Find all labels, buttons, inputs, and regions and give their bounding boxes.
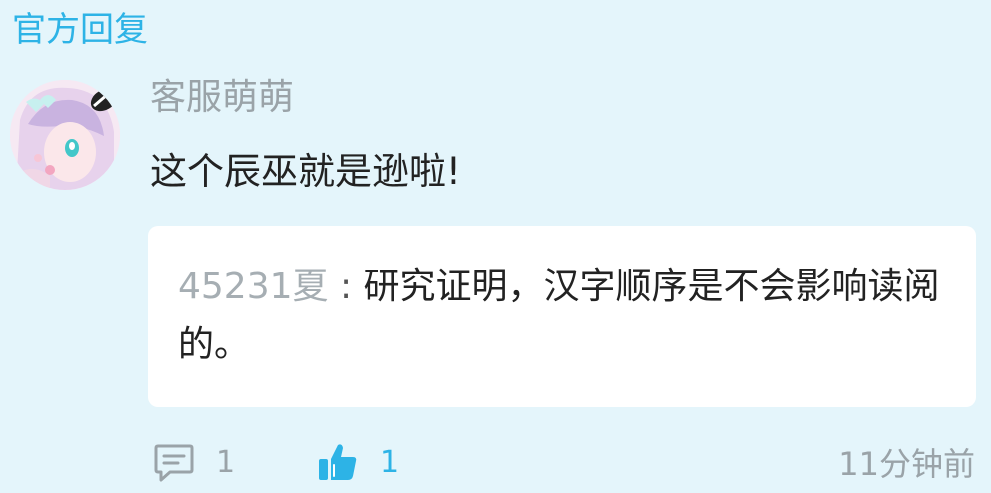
avatar-image xyxy=(10,80,120,190)
quote-separator: : xyxy=(328,266,364,307)
like-button[interactable]: 1 xyxy=(316,438,399,486)
comment-icon xyxy=(154,444,194,482)
quoted-comment-content: 45231夏 : 研究证明，汉字顺序是不会影响读阅的。 xyxy=(178,258,948,374)
quoted-comment[interactable]: 45231夏 : 研究证明，汉字顺序是不会影响读阅的。 xyxy=(148,226,976,407)
quoted-author[interactable]: 45231夏 xyxy=(178,266,329,307)
comment-count: 1 xyxy=(216,444,236,480)
avatar[interactable] xyxy=(10,80,120,190)
section-title: 官方回复 xyxy=(12,10,148,50)
like-count: 1 xyxy=(380,444,400,480)
thumbs-up-icon xyxy=(319,444,357,480)
timestamp: 11分钟前 xyxy=(838,445,975,483)
reply-username[interactable]: 客服萌萌 xyxy=(150,74,294,122)
comment-button[interactable]: 1 xyxy=(152,438,235,486)
reply-text: 这个辰巫就是逊啦! xyxy=(150,150,461,193)
